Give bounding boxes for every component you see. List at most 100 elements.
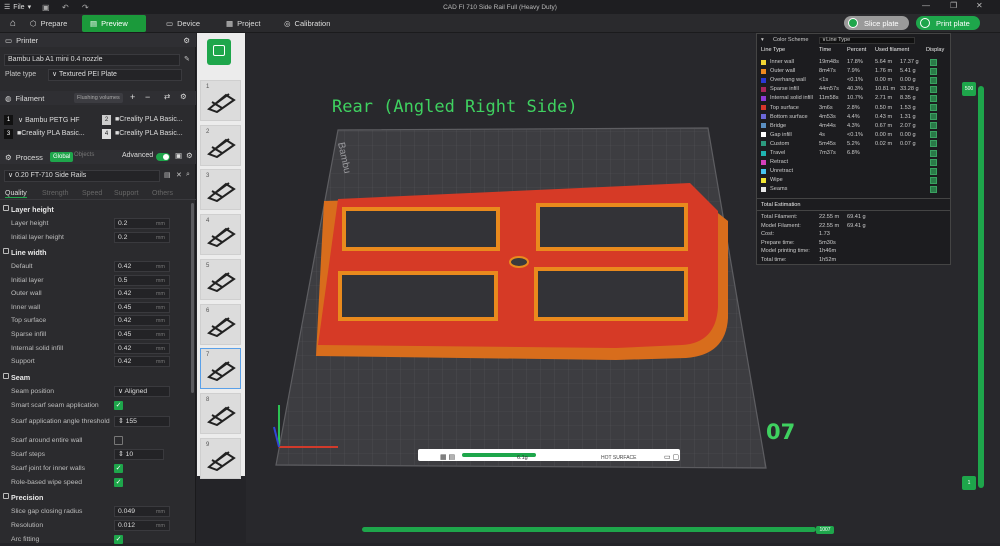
file-menu[interactable]: ☰ File ▾ <box>0 3 31 12</box>
display-toggle[interactable] <box>930 104 937 111</box>
save-preset-icon[interactable]: ▤ <box>164 171 171 179</box>
settings-panel: ▭ Printer ⚙ Bambu Lab A1 mini 0.4 nozzle … <box>0 33 196 544</box>
display-toggle[interactable] <box>930 58 937 66</box>
resolution-input[interactable]: 0.012 mm <box>114 520 170 531</box>
move-slider[interactable] <box>362 527 816 532</box>
slice-plate-button[interactable]: Slice plate <box>844 16 909 30</box>
edit-icon[interactable]: ✎ <box>184 55 190 63</box>
line-width-input[interactable]: 0.45 mm <box>114 301 170 313</box>
filament-slot-4[interactable]: 4 ■Creality PLA Basic... <box>102 129 192 140</box>
display-toggle[interactable] <box>930 176 937 184</box>
plate-thumbnail[interactable]: 2 <box>200 124 241 166</box>
remove-filament-icon[interactable]: − <box>145 92 150 102</box>
plate-thumbnail[interactable]: 9 <box>200 437 241 479</box>
print-plate-button[interactable]: Print plate <box>916 16 980 30</box>
line-width-input[interactable]: 0.45 mm <box>114 329 170 340</box>
legend-row: Gap infill 4s <0.1% 0.00 m 0.00 g <box>759 131 949 139</box>
layer-toolbar[interactable]: ▦ ▤ 6.1g HOT SURFACE ▭ ▢ <box>418 449 680 461</box>
tab-speed[interactable]: Speed <box>82 190 102 197</box>
plate-thumbnail[interactable]: 5 <box>200 258 241 300</box>
tab-quality[interactable]: Quality <box>5 190 27 198</box>
tab-preview[interactable]: ▤ Preview <box>82 15 146 32</box>
settings-gear-icon[interactable]: ⚙ <box>183 36 190 45</box>
display-toggle[interactable] <box>930 85 937 93</box>
seam-position-select[interactable]: ∨ Aligned <box>114 386 170 397</box>
advanced-toggle[interactable] <box>156 153 170 161</box>
process-preset-select[interactable]: ∨ 0.20 FT-710 Side Rails <box>4 170 160 182</box>
display-toggle[interactable] <box>930 67 937 75</box>
line-width-input[interactable]: 0.42 mm <box>114 261 170 272</box>
display-toggle[interactable] <box>930 122 937 130</box>
line-width-input[interactable]: 0.42 mm <box>114 356 170 368</box>
gap-closing-input[interactable]: 0.049 mm <box>114 506 170 517</box>
estimation-row: Model printing time: 1h46m <box>761 248 837 254</box>
tab-calibration[interactable]: ◎ Calibration <box>276 15 338 32</box>
seam-icon <box>3 373 9 379</box>
close-icon[interactable]: ✕ <box>976 1 983 10</box>
flushing-volumes-button[interactable]: Flushing volumes <box>74 93 123 103</box>
display-toggle[interactable] <box>930 158 937 166</box>
search-icon[interactable]: ⌕ <box>186 171 190 179</box>
tab-project[interactable]: ▦ Project <box>218 15 268 32</box>
filament-slot-1[interactable]: 1 ∨ Bambu PETG HF <box>4 115 98 126</box>
layer-bottom-handle[interactable]: 1 <box>962 476 976 490</box>
display-toggle[interactable] <box>930 113 937 121</box>
objects-toggle[interactable]: Objects <box>74 152 94 158</box>
layer-height-input[interactable]: 0.2 mm <box>114 218 170 229</box>
tab-prepare[interactable]: ⬡ Prepare <box>22 15 75 32</box>
line-width-input[interactable]: 0.42 mm <box>114 288 170 300</box>
display-toggle[interactable] <box>930 149 937 157</box>
tab-device[interactable]: ▭ Device <box>158 15 208 32</box>
display-toggle[interactable] <box>930 140 937 148</box>
clear-icon[interactable]: ✕ <box>176 171 182 179</box>
plate-thumbnail[interactable]: 7 <box>200 348 241 390</box>
scarf-inner-checkbox[interactable]: ✓ <box>114 464 123 473</box>
display-toggle[interactable] <box>930 94 937 102</box>
scarf-entire-checkbox[interactable] <box>114 436 123 445</box>
scarf-angle-input[interactable]: ⇕ 155 <box>114 416 170 427</box>
sync-icon[interactable]: ⇄ <box>164 92 170 101</box>
display-toggle[interactable] <box>930 167 937 175</box>
display-toggle[interactable] <box>930 76 937 84</box>
plate-thumbnail[interactable]: 3 <box>200 169 241 211</box>
smart-scarf-checkbox[interactable]: ✓ <box>114 401 123 410</box>
minimize-icon[interactable]: — <box>922 1 930 10</box>
add-filament-icon[interactable]: + <box>130 92 135 102</box>
global-toggle[interactable]: Global <box>50 152 74 162</box>
tab-others[interactable]: Others <box>152 190 173 197</box>
color-scheme-select[interactable]: ∨ Line Type <box>819 36 915 44</box>
plate-thumbnail[interactable]: 4 <box>200 214 241 256</box>
settings-scrollbar[interactable] <box>191 203 194 393</box>
plate-thumbnail[interactable]: 6 <box>200 303 241 345</box>
initial-layer-height-input[interactable]: 0.2 mm <box>114 232 170 243</box>
plate-overview-icon[interactable] <box>207 39 231 65</box>
line-width-input[interactable]: 0.5 mm <box>114 274 170 286</box>
layer-slider[interactable] <box>978 86 984 488</box>
tab-support[interactable]: Support <box>114 190 139 197</box>
plate-thumbnail[interactable]: 1 <box>200 80 241 121</box>
undo-icon[interactable]: ↶ <box>62 3 69 12</box>
printer-select[interactable]: Bambu Lab A1 mini 0.4 nozzle <box>4 54 180 66</box>
scarf-steps-input[interactable]: ⇕ 10 <box>114 449 164 460</box>
plate-type-select[interactable]: ∨ Textured PEI Plate <box>48 69 182 81</box>
home-icon[interactable]: ⌂ <box>2 15 24 32</box>
save-icon[interactable]: ▣ <box>42 3 50 12</box>
display-toggle[interactable] <box>930 185 937 193</box>
legend-collapse-icon[interactable]: ▾ <box>761 37 764 43</box>
move-end-handle[interactable]: 1007 <box>816 526 834 534</box>
process-gear-icon[interactable]: ⚙ <box>186 151 193 160</box>
plate-thumbnail[interactable]: 8 <box>200 392 241 434</box>
filament-gear-icon[interactable]: ⚙ <box>180 92 187 101</box>
role-wipe-checkbox[interactable]: ✓ <box>114 478 123 487</box>
redo-icon[interactable]: ↷ <box>82 3 89 12</box>
line-width-input[interactable]: 0.42 mm <box>114 315 170 327</box>
tab-strength[interactable]: Strength <box>42 190 68 197</box>
display-toggle[interactable] <box>930 131 937 139</box>
layer-top-handle[interactable]: 500 <box>962 82 976 96</box>
filament-slot-2[interactable]: 2 ■Creality PLA Basic... <box>102 115 192 126</box>
filament-slot-3[interactable]: 3 ■Creality PLA Basic... <box>4 129 98 140</box>
line-width-input[interactable]: 0.42 mm <box>114 342 170 354</box>
legend-row: Bottom surface 4m53s 4.4% 0.43 m 1.31 g <box>759 113 949 121</box>
compare-icon[interactable]: ▣ <box>175 151 182 160</box>
restore-icon[interactable]: ❐ <box>950 1 957 10</box>
